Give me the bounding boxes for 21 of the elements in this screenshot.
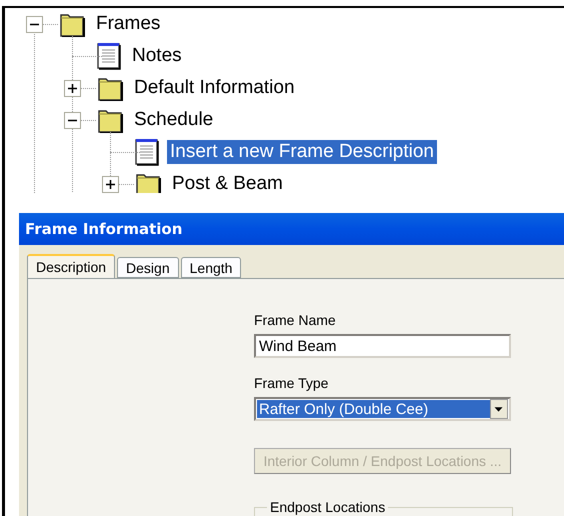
tab[interactable]: Description xyxy=(27,254,116,278)
expand-icon[interactable] xyxy=(102,176,118,192)
group-label: Endpost Locations xyxy=(267,499,388,515)
tree-item[interactable]: Schedule xyxy=(131,108,216,132)
document-icon xyxy=(134,138,160,166)
tree-item[interactable]: Frames xyxy=(93,12,164,36)
expand-icon[interactable] xyxy=(64,80,80,96)
collapse-icon[interactable] xyxy=(64,112,80,128)
field-label: Frame Name xyxy=(254,312,337,328)
tree-item[interactable]: Default Information xyxy=(131,76,298,100)
tree-item[interactable]: Notes xyxy=(129,44,185,68)
tree-item[interactable]: Insert a new Frame Description xyxy=(167,140,437,164)
tab[interactable]: Design xyxy=(117,257,179,278)
tree-item[interactable]: Post & Beam xyxy=(169,172,286,193)
document-icon xyxy=(96,42,122,70)
field-label: Frame Type xyxy=(254,375,330,391)
collapse-icon[interactable] xyxy=(26,16,42,32)
frame-name-field[interactable]: Wind Beam xyxy=(254,334,511,358)
tab[interactable]: Length xyxy=(180,257,242,278)
dialog-title: Frame Information xyxy=(19,213,564,245)
frame-type-dropdown[interactable]: Rafter Only (Double Cee) xyxy=(254,397,511,421)
